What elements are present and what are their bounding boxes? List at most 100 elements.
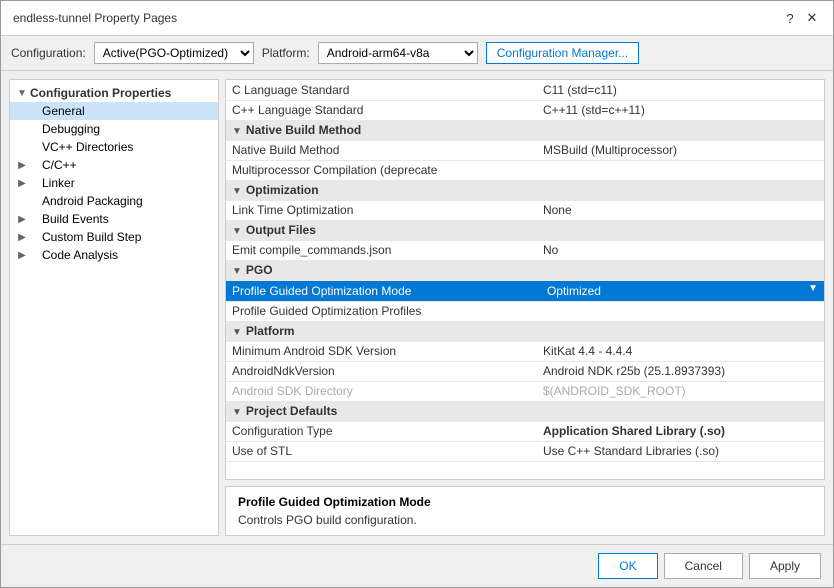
table-row-pgo-mode[interactable]: Profile Guided Optimization Mode Optimiz… [226,280,824,301]
dropdown-arrow-icon[interactable]: ▼ [808,283,818,294]
prop-value-stl: Use C++ Standard Libraries (.so) [537,441,824,461]
prop-name: C Language Standard [226,80,537,100]
build-events-expand-icon: ▶ [14,214,30,225]
section-arrow-native: ▼ [232,126,242,137]
prop-name-ndk: AndroidNdkVersion [226,361,537,381]
prop-name: C++ Language Standard [226,100,537,120]
table-row-stl[interactable]: Use of STL Use C++ Standard Libraries (.… [226,441,824,461]
description-panel: Profile Guided Optimization Mode Control… [225,486,825,536]
apply-button[interactable]: Apply [749,553,821,579]
section-title-platform: ▼Platform [226,321,824,341]
section-header-native[interactable]: ▼Native Build Method [226,120,824,140]
section-arrow-pgo: ▼ [232,266,242,277]
config-label: Configuration: [11,46,86,60]
dialog-title: endless-tunnel Property Pages [13,11,177,25]
cpp-expand-icon: ▶ [14,160,30,171]
vc-expand-icon [14,142,30,153]
tree-item-custom-build[interactable]: ▶ Custom Build Step [10,228,218,246]
tree-item-build-events-label: Build Events [42,212,109,226]
tree-item-vc-label: VC++ Directories [42,140,133,154]
section-header-project-defaults[interactable]: ▼Project Defaults [226,401,824,421]
section-arrow-output: ▼ [232,226,242,237]
prop-name-config-type: Configuration Type [226,421,537,441]
section-header-output[interactable]: ▼Output Files [226,220,824,240]
section-title-pgo: ▼PGO [226,260,824,280]
prop-value [537,160,824,180]
tree-panel: ▼ Configuration Properties General Debug… [9,79,219,536]
table-row-config-type[interactable]: Configuration Type Application Shared Li… [226,421,824,441]
platform-select[interactable]: Android-arm64-v8a [318,42,478,64]
prop-value-config-type: Application Shared Library (.so) [537,421,824,441]
tree-item-debugging[interactable]: Debugging [10,120,218,138]
table-row[interactable]: C++ Language Standard C++11 (std=c++11) [226,100,824,120]
properties-table: C Language Standard C11 (std=c11) C++ La… [226,80,824,462]
prop-name-pgo-profiles: Profile Guided Optimization Profiles [226,301,537,321]
cancel-button[interactable]: Cancel [664,553,743,579]
section-header-pgo[interactable]: ▼PGO [226,260,824,280]
table-row-ndk[interactable]: AndroidNdkVersion Android NDK r25b (25.1… [226,361,824,381]
prop-value: C++11 (std=c++11) [537,100,824,120]
prop-value: C11 (std=c11) [537,80,824,100]
prop-value: None [537,200,824,220]
prop-value-min-sdk: KitKat 4.4 - 4.4.4 [537,341,824,361]
platform-label: Platform: [262,46,310,60]
general-expand-icon [14,106,30,117]
description-text: Controls PGO build configuration. [238,513,812,527]
configuration-select[interactable]: Active(PGO-Optimized) [94,42,254,64]
tree-root-item[interactable]: ▼ Configuration Properties [10,84,218,102]
tree-root: ▼ Configuration Properties General Debug… [10,80,218,268]
code-analysis-expand-icon: ▶ [14,250,30,261]
prop-name-pgo-mode: Profile Guided Optimization Mode [226,280,537,301]
tree-item-general[interactable]: General [10,102,218,120]
prop-name: Link Time Optimization [226,200,537,220]
prop-value: MSBuild (Multiprocessor) [537,140,824,160]
tree-root-label: Configuration Properties [30,86,171,100]
tree-item-general-label: General [42,104,85,118]
prop-name: Native Build Method [226,140,537,160]
tree-item-android-label: Android Packaging [42,194,143,208]
table-row[interactable]: Emit compile_commands.json No [226,240,824,260]
tree-item-custom-build-label: Custom Build Step [42,230,141,244]
help-button[interactable]: ? [781,9,799,27]
linker-expand-icon: ▶ [14,178,30,189]
section-header-platform[interactable]: ▼Platform [226,321,824,341]
tree-item-vc-directories[interactable]: VC++ Directories [10,138,218,156]
table-row[interactable]: Native Build Method MSBuild (Multiproces… [226,140,824,160]
tree-item-debugging-label: Debugging [42,122,100,136]
tree-item-cpp[interactable]: ▶ C/C++ [10,156,218,174]
toolbar: Configuration: Active(PGO-Optimized) Pla… [1,36,833,71]
prop-name-min-sdk: Minimum Android SDK Version [226,341,537,361]
property-pages-dialog: endless-tunnel Property Pages ? ✕ Config… [0,0,834,588]
tree-item-linker[interactable]: ▶ Linker [10,174,218,192]
tree-item-android-packaging[interactable]: Android Packaging [10,192,218,210]
root-expand-icon: ▼ [14,88,30,99]
table-row[interactable]: Multiprocessor Compilation (deprecate [226,160,824,180]
prop-name: Multiprocessor Compilation (deprecate [226,160,537,180]
prop-value-sdk-dir: $(ANDROID_SDK_ROOT) [537,381,824,401]
section-title-optimization: ▼Optimization [226,180,824,200]
table-row-sdk-dir[interactable]: Android SDK Directory $(ANDROID_SDK_ROOT… [226,381,824,401]
close-button[interactable]: ✕ [803,9,821,27]
ok-button[interactable]: OK [598,553,657,579]
debugging-expand-icon [14,124,30,135]
section-arrow-project-defaults: ▼ [232,407,242,418]
table-row[interactable]: C Language Standard C11 (std=c11) [226,80,824,100]
tree-item-code-analysis[interactable]: ▶ Code Analysis [10,246,218,264]
section-header-optimization[interactable]: ▼Optimization [226,180,824,200]
tree-item-code-analysis-label: Code Analysis [42,248,118,262]
table-row-pgo-profiles[interactable]: Profile Guided Optimization Profiles [226,301,824,321]
table-row[interactable]: Link Time Optimization None [226,200,824,220]
prop-name-sdk-dir: Android SDK Directory [226,381,537,401]
config-manager-button[interactable]: Configuration Manager... [486,42,639,64]
tree-item-cpp-label: C/C++ [42,158,77,172]
prop-name-stl: Use of STL [226,441,537,461]
properties-scroll-area[interactable]: C Language Standard C11 (std=c11) C++ La… [225,79,825,480]
prop-value-pgo-mode: Optimized ▼ [537,280,824,301]
tree-item-build-events[interactable]: ▶ Build Events [10,210,218,228]
table-row-min-sdk[interactable]: Minimum Android SDK Version KitKat 4.4 -… [226,341,824,361]
section-arrow-optimization: ▼ [232,186,242,197]
prop-name: Emit compile_commands.json [226,240,537,260]
section-arrow-platform: ▼ [232,327,242,338]
tree-item-linker-label: Linker [42,176,75,190]
section-title-output: ▼Output Files [226,220,824,240]
